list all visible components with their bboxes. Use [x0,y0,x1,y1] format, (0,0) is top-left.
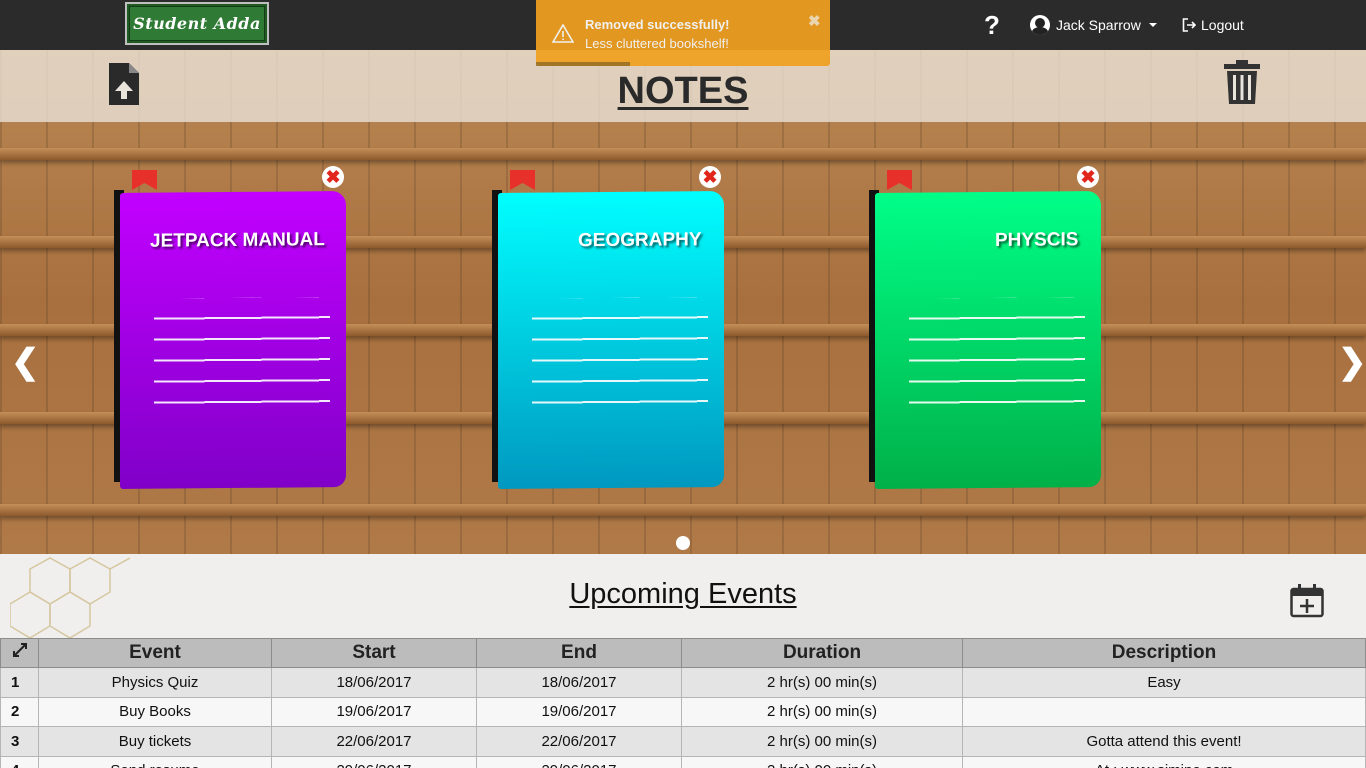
add-event-icon[interactable] [1290,584,1324,618]
trash-icon[interactable] [1224,60,1260,104]
logo[interactable]: Student Adda [125,2,269,45]
user-name: Jack Sparrow [1056,17,1141,33]
column-header-end[interactable]: End [476,638,682,668]
notebook-cover: GEOGRAPHY [498,191,724,489]
events-title: Upcoming Events [569,578,797,610]
description-cell: Gotta attend this event! [962,726,1366,757]
start-cell: 22/06/2017 [271,726,477,757]
expand-table-button[interactable] [0,638,39,668]
logout-button[interactable]: Logout [1182,14,1244,36]
column-header-event[interactable]: Event [38,638,272,668]
carousel-prev-button[interactable]: ❮ [11,345,40,379]
toast-progress-bar [536,62,631,66]
table-row[interactable]: 3 Buy tickets 22/06/2017 22/06/2017 2 hr… [0,726,1366,757]
notebook-jetpack-manual[interactable]: JETPACK MANUAL [114,190,346,489]
notebook-title: GEOGRAPHY [578,229,702,252]
notebook-title: JETPACK MANUAL [150,229,325,252]
toast-title: Removed successfully! [585,17,730,32]
help-button[interactable]: ? [982,10,1002,40]
carousel-indicator[interactable] [676,536,690,550]
toast-notification: Removed successfully! Less cluttered boo… [536,0,830,66]
notebook-cover: PHYSCIS [875,191,1101,489]
column-header-duration[interactable]: Duration [681,638,963,668]
column-header-description[interactable]: Description [962,638,1366,668]
start-cell: 18/06/2017 [271,667,477,698]
row-number: 1 [0,667,39,698]
duration-cell: 2 hr(s) 00 min(s) [681,726,963,757]
row-number: 2 [0,696,39,727]
shelf-plank [0,504,1366,516]
table-row[interactable]: 2 Buy Books 19/06/2017 19/06/2017 2 hr(s… [0,696,1366,727]
description-cell: At : www.simine.com [962,755,1366,768]
shelf-plank [0,148,1366,160]
logout-icon [1182,18,1197,32]
toast-message: Less cluttered bookshelf! [585,36,729,51]
row-number: 3 [0,726,39,757]
remove-book-button[interactable]: ✖ [699,166,721,188]
user-menu[interactable]: Jack Sparrow [1030,14,1157,36]
notebook-lines [154,297,330,411]
notes-title: NOTES [617,70,749,112]
table-row[interactable]: 4 Send resume 29/06/2017 29/06/2017 2 hr… [0,755,1366,768]
description-cell: Easy [962,667,1366,698]
carousel-next-button[interactable]: ❯ [1338,345,1366,379]
chevron-down-icon [1148,23,1157,27]
end-cell: 19/06/2017 [476,696,682,727]
description-cell [962,696,1366,727]
notebook-physcis[interactable]: PHYSCIS [869,190,1101,489]
duration-cell: 2 hr(s) 00 min(s) [681,755,963,768]
end-cell: 18/06/2017 [476,667,682,698]
duration-cell: 2 hr(s) 00 min(s) [681,667,963,698]
notebook-geography[interactable]: GEOGRAPHY [492,190,724,489]
end-cell: 22/06/2017 [476,726,682,757]
events-table: Event Start End Duration Description 1 P… [0,638,1366,768]
remove-book-button[interactable]: ✖ [322,166,344,188]
notebook-lines [532,297,708,411]
remove-book-button[interactable]: ✖ [1077,166,1099,188]
event-cell: Buy Books [38,696,272,727]
events-section: Upcoming Events [0,554,1366,638]
start-cell: 29/06/2017 [271,755,477,768]
duration-cell: 2 hr(s) 00 min(s) [681,696,963,727]
logout-label: Logout [1201,17,1244,33]
column-header-start[interactable]: Start [271,638,477,668]
expand-icon [12,643,27,657]
notebook-lines [909,297,1085,411]
end-cell: 29/06/2017 [476,755,682,768]
toast-close-button[interactable]: ✖ [808,12,821,30]
event-cell: Send resume [38,755,272,768]
avatar-icon [1030,15,1050,35]
event-cell: Buy tickets [38,726,272,757]
notebook-title: PHYSCIS [995,229,1079,251]
table-row[interactable]: 1 Physics Quiz 18/06/2017 18/06/2017 2 h… [0,667,1366,698]
start-cell: 19/06/2017 [271,696,477,727]
row-number: 4 [0,755,39,768]
notebook-cover: JETPACK MANUAL [120,191,346,489]
event-cell: Physics Quiz [38,667,272,698]
warning-icon [552,24,574,43]
logo-text: Student Adda [129,6,265,41]
